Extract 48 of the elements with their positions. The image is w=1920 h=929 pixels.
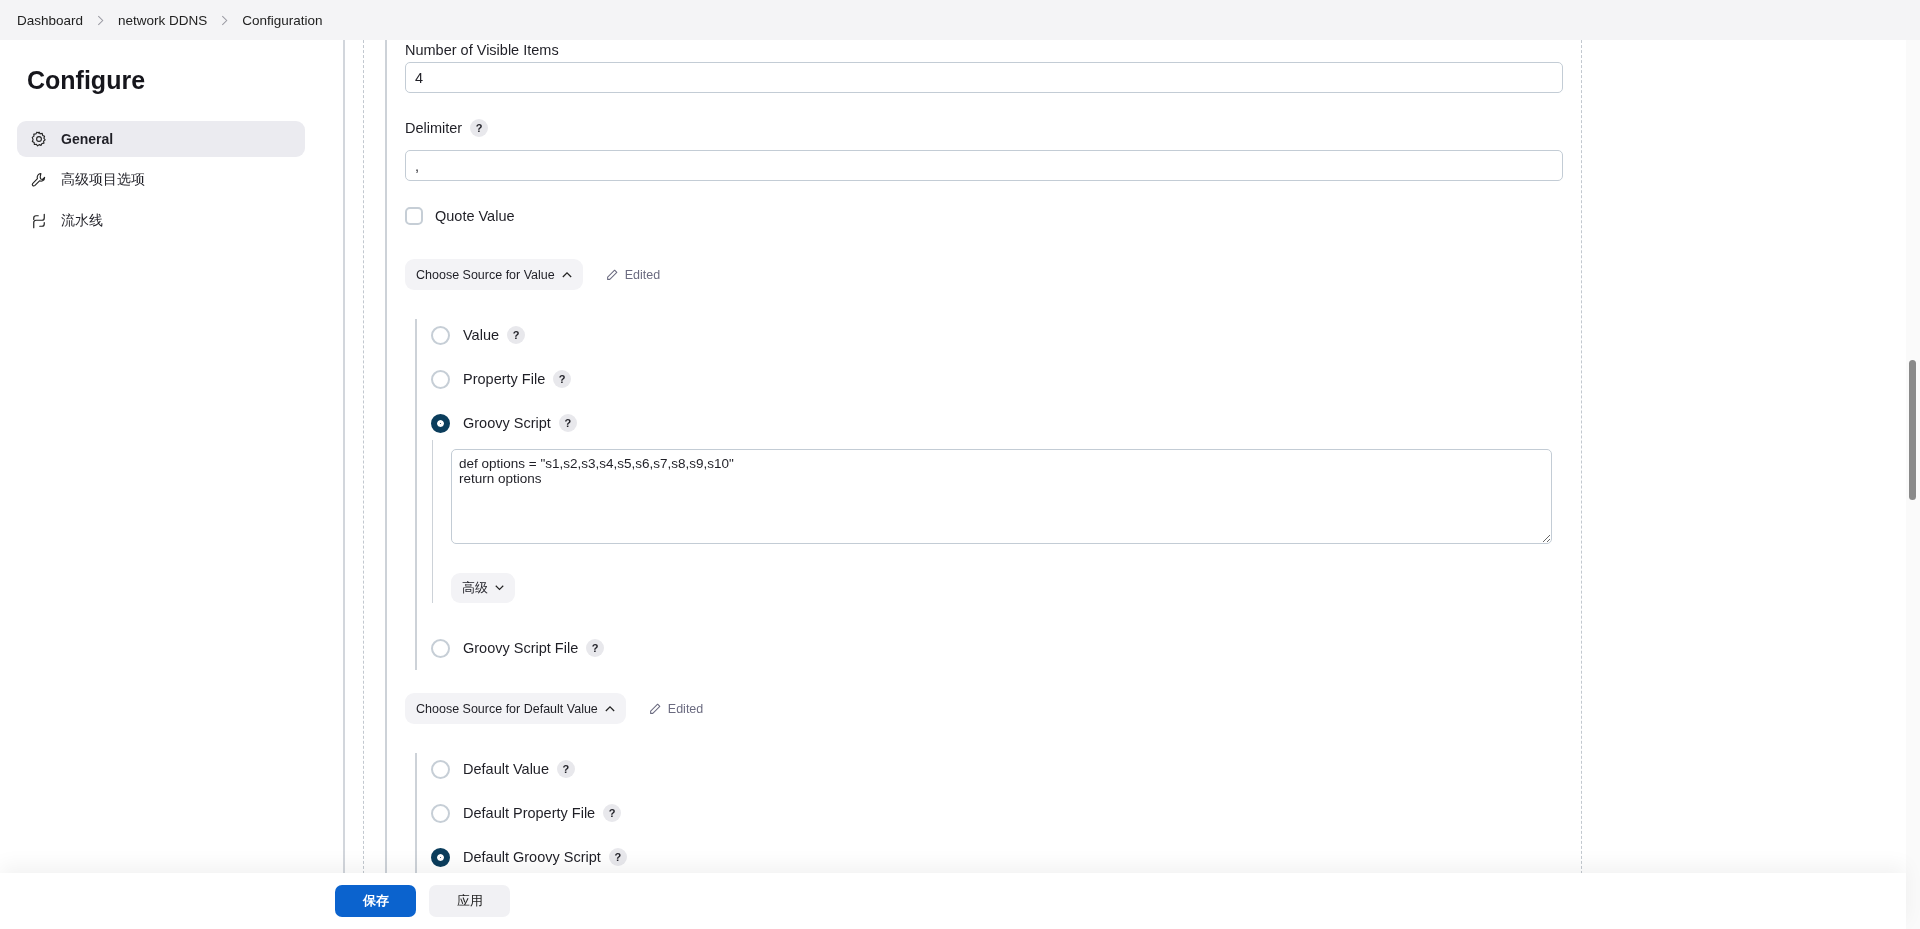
- page-title: Configure: [27, 66, 147, 95]
- radio-button[interactable]: [431, 847, 450, 867]
- sidebar-item[interactable]: 高级项目选项: [17, 162, 305, 198]
- dropdown-button[interactable]: Choose Source for Value: [405, 259, 583, 290]
- chevron-right-icon: [97, 14, 105, 26]
- wrench-icon: [30, 171, 48, 189]
- radio-label: Default Value: [463, 761, 549, 777]
- radio-button[interactable]: [431, 413, 450, 433]
- chevron-right-icon: [221, 14, 229, 26]
- breadcrumb-link[interactable]: Dashboard: [17, 12, 84, 28]
- script-editor[interactable]: def options = "s1,s2,s3,s4,s5,s6,s7,s8,s9,s10" return options: [451, 449, 1552, 544]
- dropdown-button[interactable]: Choose Source for Default Value: [405, 693, 626, 724]
- caret-icon: [495, 585, 504, 591]
- pipeline-icon: [30, 212, 48, 230]
- help-button[interactable]: ?: [470, 119, 489, 137]
- pencil-icon: [604, 267, 619, 282]
- breadcrumb-link[interactable]: network DDNS: [118, 12, 208, 28]
- sidebar-item[interactable]: 流水线: [17, 203, 305, 239]
- radio-label: Property File: [463, 371, 546, 387]
- field-label: Delimiter: [405, 120, 463, 136]
- radio-label: Default Groovy Script: [463, 849, 601, 865]
- radio-label: Groovy Script: [463, 415, 551, 431]
- input-field[interactable]: 4: [405, 62, 1563, 93]
- radio-label: Value: [463, 327, 499, 343]
- input-field[interactable]: ,: [405, 150, 1563, 181]
- help-button[interactable]: ?: [608, 848, 627, 866]
- sidebar-item[interactable]: General: [17, 121, 305, 157]
- apply-button[interactable]: 应用: [429, 885, 510, 917]
- save-button[interactable]: 保存: [335, 885, 416, 917]
- help-button[interactable]: ?: [603, 804, 622, 822]
- caret-icon: [604, 705, 615, 712]
- help-button[interactable]: ?: [586, 639, 605, 657]
- status-text: Edited: [624, 267, 661, 282]
- settings-icon: [30, 130, 48, 148]
- help-button[interactable]: ?: [553, 370, 572, 388]
- checkbox-label: Quote Value: [435, 208, 515, 224]
- checkbox[interactable]: [405, 207, 423, 225]
- breadcrumb-link[interactable]: Configuration: [242, 12, 323, 28]
- radio-label: Groovy Script File: [463, 640, 579, 656]
- advanced-button[interactable]: 高级: [451, 573, 515, 603]
- help-button[interactable]: ?: [507, 326, 525, 344]
- help-button[interactable]: ?: [558, 414, 577, 432]
- pencil-icon: [647, 701, 662, 716]
- caret-icon: [561, 271, 572, 278]
- help-button[interactable]: ?: [557, 760, 575, 778]
- field-label: Number of Visible Items: [405, 42, 559, 58]
- radio-label: Default Property File: [463, 805, 596, 821]
- status-text: Edited: [667, 701, 704, 716]
